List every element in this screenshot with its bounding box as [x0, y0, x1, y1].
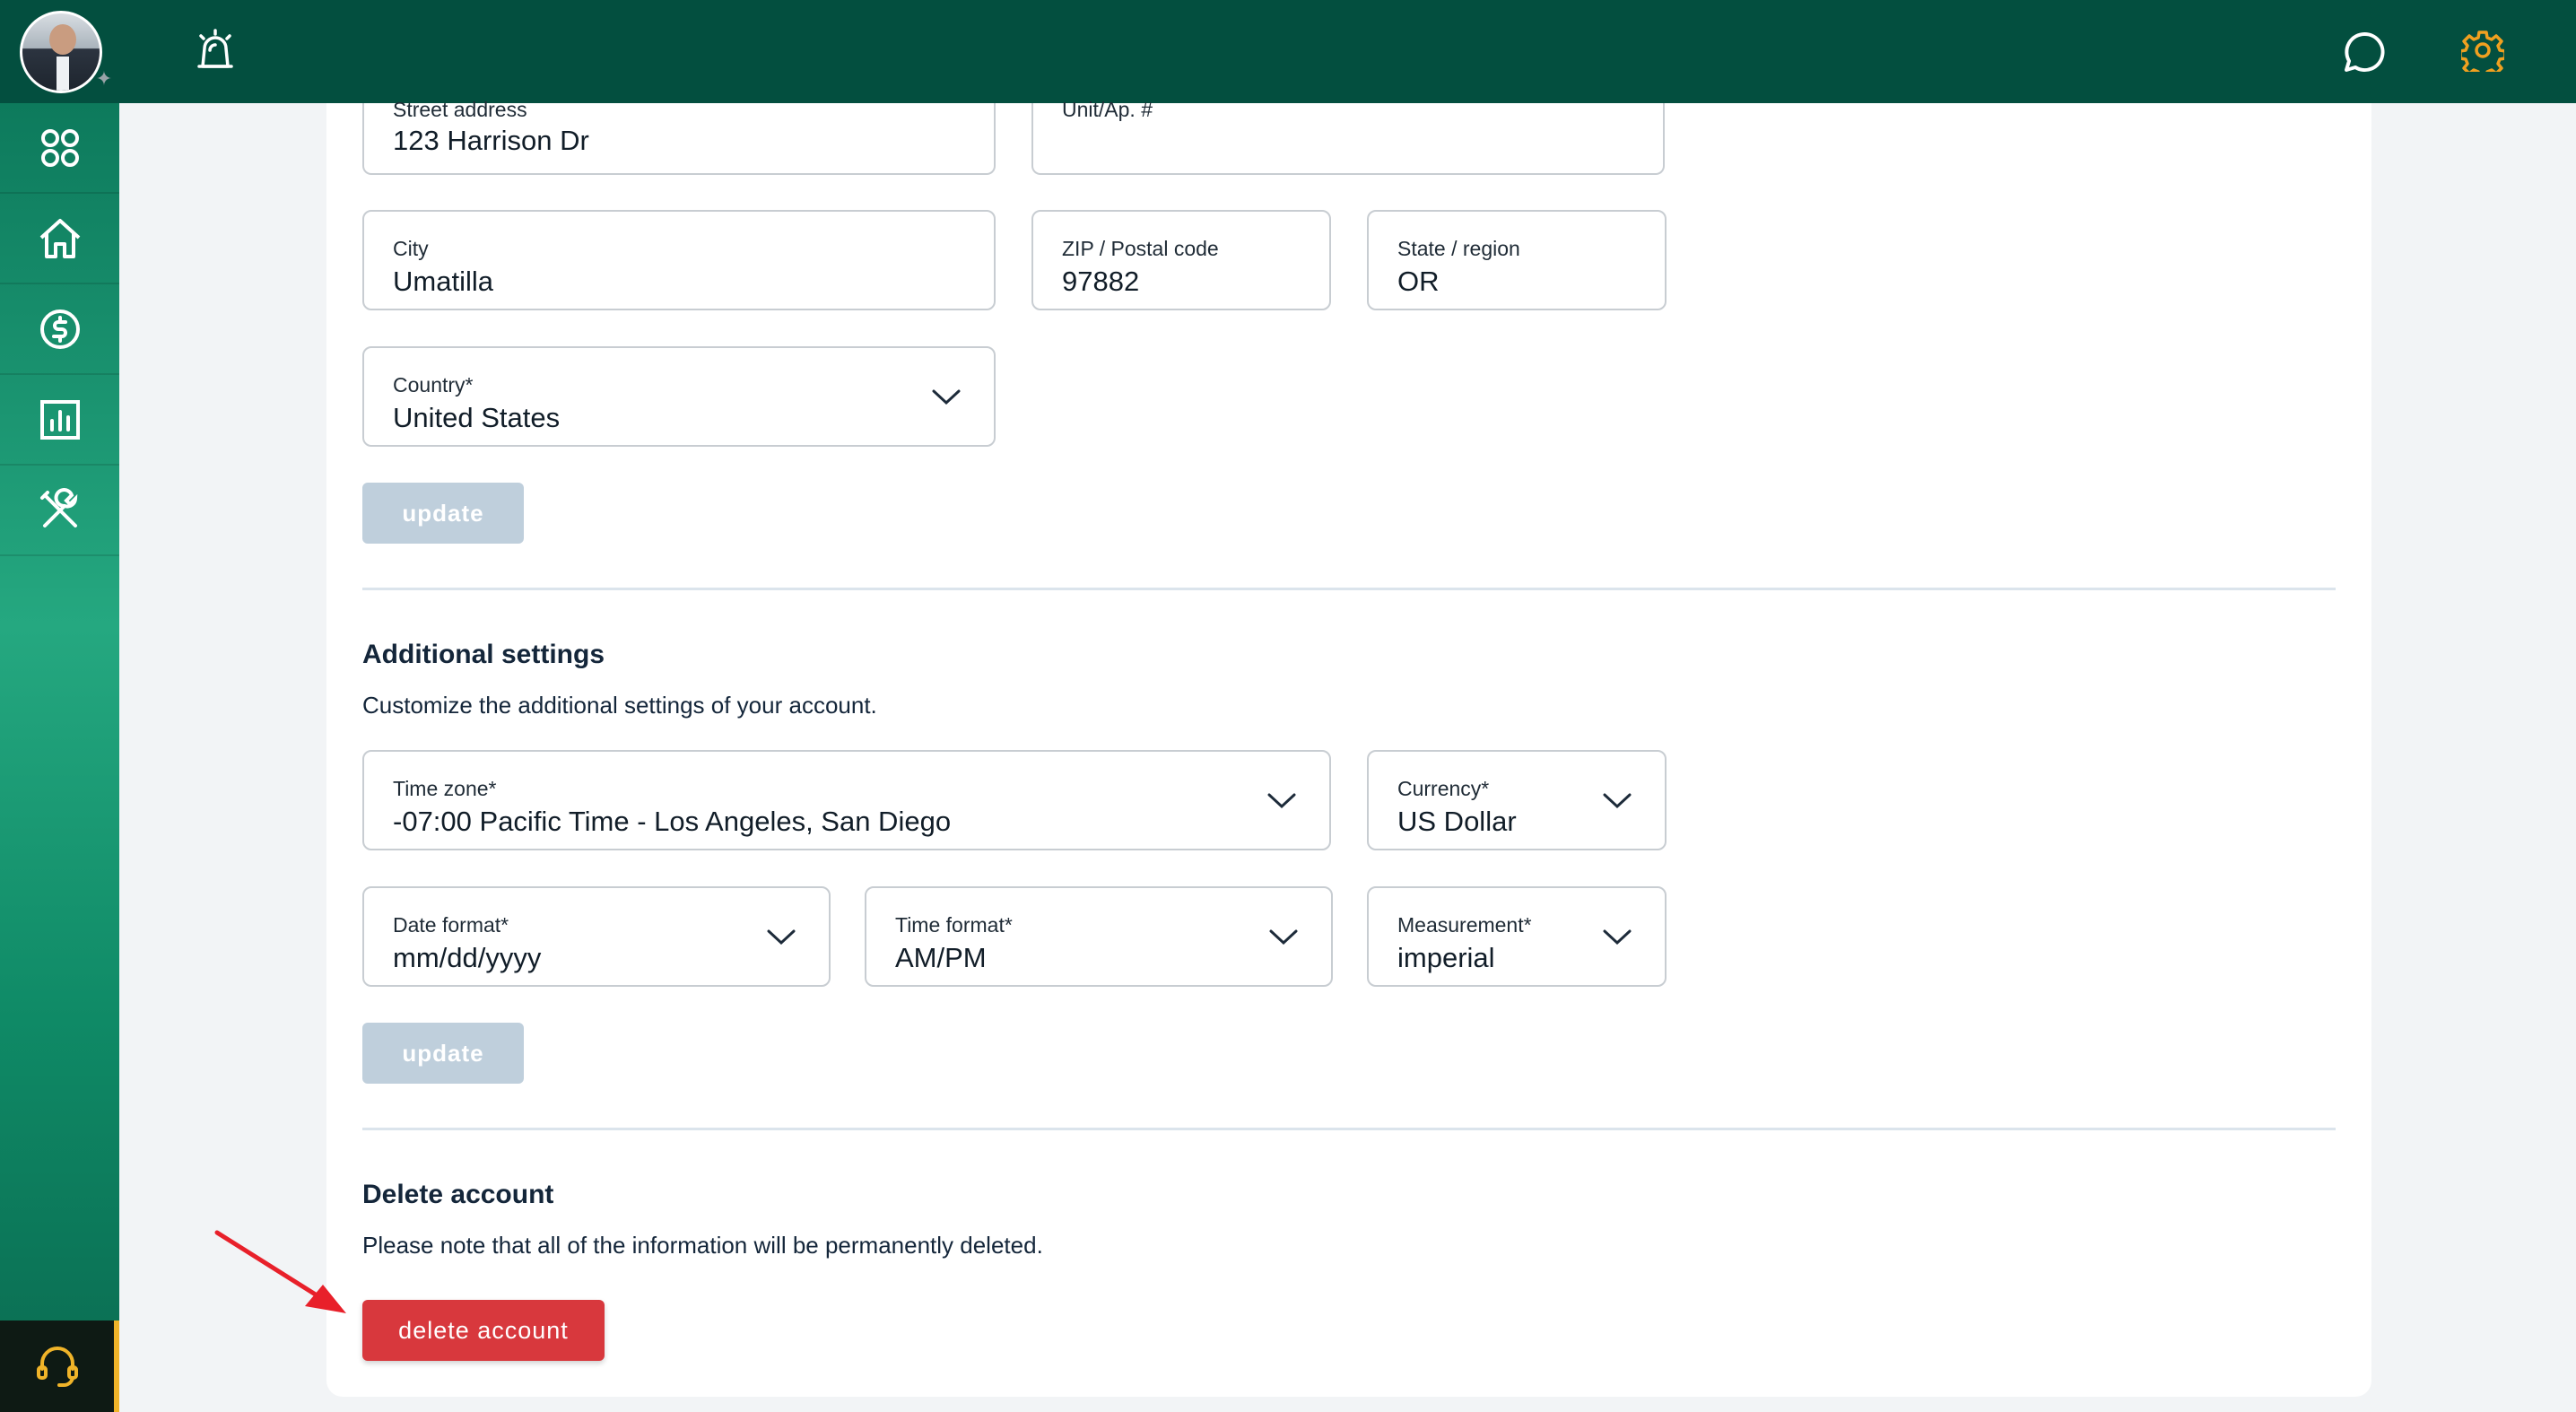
zip-field[interactable]: ZIP / Postal code 97882 — [1031, 210, 1331, 310]
section-divider — [362, 1128, 2336, 1130]
chat-icon[interactable] — [2341, 29, 2388, 75]
date-format-label: Date format* — [393, 913, 509, 937]
chevron-down-icon — [932, 389, 961, 405]
top-bar: ✦ — [0, 0, 2576, 103]
street-address-value: 123 Harrison Dr — [393, 125, 589, 156]
timezone-label: Time zone* — [393, 777, 497, 800]
sidebar — [0, 103, 119, 1412]
country-label: Country* — [393, 373, 474, 397]
additional-update-button[interactable]: update — [362, 1023, 524, 1084]
date-format-value: mm/dd/yyyy — [393, 942, 542, 973]
zip-value: 97882 — [1062, 266, 1140, 297]
chart-icon — [39, 399, 80, 440]
time-format-value: AM/PM — [895, 942, 987, 973]
apps-grid-icon — [40, 128, 79, 167]
delete-account-title: Delete account — [362, 1180, 554, 1209]
time-format-label: Time format* — [895, 913, 1013, 937]
settings-card: Street address 123 Harrison Dr Unit/Ap. … — [326, 98, 2371, 1397]
city-label: City — [393, 237, 429, 260]
street-address-label: Street address — [393, 98, 527, 121]
city-field[interactable]: City Umatilla — [362, 210, 996, 310]
additional-settings-description: Customize the additional settings of you… — [362, 692, 877, 719]
chevron-down-icon — [1603, 793, 1632, 809]
currency-label: Currency* — [1397, 777, 1490, 800]
sidebar-item-finance[interactable] — [0, 284, 119, 375]
state-field[interactable]: State / region OR — [1367, 210, 1667, 310]
delete-account-description: Please note that all of the information … — [362, 1232, 1043, 1259]
country-select[interactable]: Country* United States — [362, 346, 996, 447]
unit-field[interactable]: Unit/Ap. # — [1031, 98, 1665, 175]
delete-account-button[interactable]: delete account — [362, 1300, 605, 1361]
additional-settings-title: Additional settings — [362, 640, 605, 669]
measurement-label: Measurement* — [1397, 913, 1532, 937]
headset-icon — [36, 1347, 78, 1387]
zip-label: ZIP / Postal code — [1062, 237, 1219, 260]
section-divider — [362, 588, 2336, 590]
unit-label: Unit/Ap. # — [1062, 98, 1153, 121]
pin-icon: ✦ — [95, 67, 113, 90]
measurement-value: imperial — [1397, 942, 1495, 973]
sidebar-item-apps[interactable] — [0, 103, 119, 194]
measurement-select[interactable]: Measurement* imperial — [1367, 886, 1667, 987]
chevron-down-icon — [767, 929, 796, 946]
state-value: OR — [1397, 266, 1440, 297]
tools-icon — [39, 487, 77, 527]
city-value: Umatilla — [393, 266, 493, 297]
annotation-arrow-icon — [214, 1230, 346, 1313]
gear-icon[interactable] — [2461, 29, 2504, 72]
chevron-down-icon — [1269, 929, 1298, 946]
user-avatar[interactable] — [20, 11, 102, 93]
time-format-select[interactable]: Time format* AM/PM — [865, 886, 1333, 987]
home-icon — [39, 218, 80, 258]
date-format-select[interactable]: Date format* mm/dd/yyyy — [362, 886, 831, 987]
state-label: State / region — [1397, 237, 1520, 260]
sidebar-item-home[interactable] — [0, 194, 119, 284]
alarm-icon[interactable] — [194, 29, 237, 72]
country-value: United States — [393, 402, 561, 433]
timezone-value: -07:00 Pacific Time - Los Angeles, San D… — [393, 806, 952, 837]
address-update-button[interactable]: update — [362, 483, 524, 544]
timezone-select[interactable]: Time zone* -07:00 Pacific Time - Los Ang… — [362, 750, 1331, 850]
sidebar-item-tools[interactable] — [0, 466, 119, 556]
currency-value: US Dollar — [1397, 806, 1517, 837]
sidebar-item-reports[interactable] — [0, 375, 119, 466]
chevron-down-icon — [1603, 929, 1632, 946]
dollar-icon — [39, 309, 80, 349]
support-button[interactable] — [0, 1320, 119, 1412]
chevron-down-icon — [1267, 793, 1296, 809]
street-address-field[interactable]: Street address 123 Harrison Dr — [362, 98, 996, 175]
currency-select[interactable]: Currency* US Dollar — [1367, 750, 1667, 850]
